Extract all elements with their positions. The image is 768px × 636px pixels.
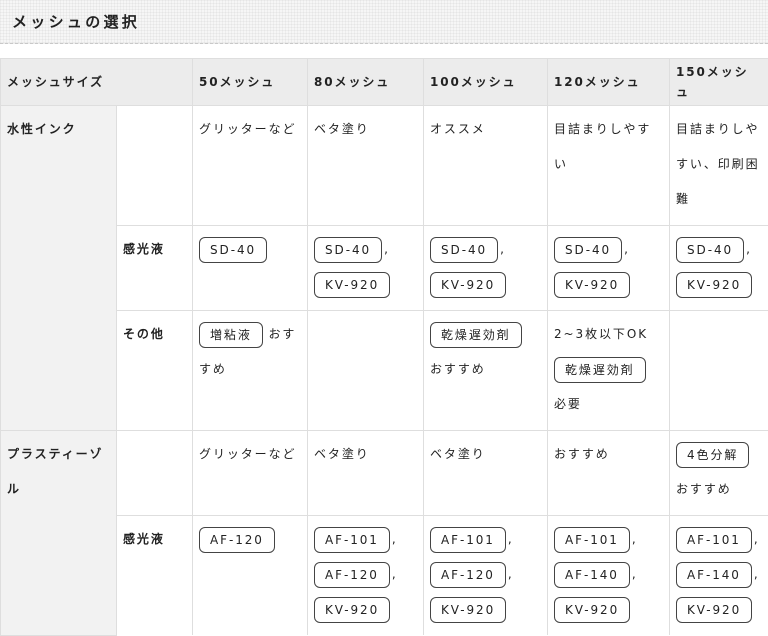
product-tag[interactable]: SD-40 xyxy=(430,237,498,263)
product-tag[interactable]: SD-40 xyxy=(554,237,622,263)
separator: , xyxy=(508,532,514,546)
product-tag[interactable]: AF-140 xyxy=(554,562,630,588)
product-tag[interactable]: KV-920 xyxy=(676,597,752,623)
plastisol-emulsion-150: AF-101, AF-140, KV-920 xyxy=(670,516,768,636)
plastisol-emulsion-120: AF-101, AF-140, KV-920 xyxy=(548,516,670,636)
product-tag[interactable]: KV-920 xyxy=(430,272,506,298)
separator: , xyxy=(500,242,506,256)
product-tag[interactable]: KV-920 xyxy=(314,597,390,623)
plastisol-emulsion-80: AF-101, AF-120, KV-920 xyxy=(308,516,424,636)
product-tag[interactable]: 4色分解 xyxy=(676,442,749,468)
water-main-150: 目詰まりしやすい、印刷困難 xyxy=(670,106,768,226)
plastisol-emulsion-label: 感光液 xyxy=(117,516,193,636)
header-row: メッシュサイズ 50メッシュ 80メッシュ 100メッシュ 120メッシュ 15… xyxy=(1,59,768,106)
water-emulsion-row: 感光液 SD-40 SD-40, KV-920 SD-40, KV-920 SD… xyxy=(1,226,768,311)
separator: , xyxy=(754,567,760,581)
section-title: メッシュの選択 xyxy=(12,11,140,32)
product-tag[interactable]: 増粘液 xyxy=(199,322,263,348)
water-other-80 xyxy=(308,311,424,431)
plastisol-main-150: 4色分解 おすすめ xyxy=(670,431,768,516)
product-tag[interactable]: SD-40 xyxy=(314,237,382,263)
mesh-table: メッシュサイズ 50メッシュ 80メッシュ 100メッシュ 120メッシュ 15… xyxy=(0,58,768,636)
water-main-100: オススメ xyxy=(424,106,548,226)
col-header-50: 50メッシュ xyxy=(193,59,308,106)
water-other-row: その他 増粘液 おすすめ 乾燥遅効剤 おすすめ 2~3枚以下OK 乾燥遅効剤 必… xyxy=(1,311,768,431)
section-title-bar: メッシュの選択 xyxy=(0,0,768,44)
water-emulsion-label: 感光液 xyxy=(117,226,193,311)
plastisol-emulsion-row: 感光液 AF-120 AF-101, AF-120, KV-920 AF-101… xyxy=(1,516,768,636)
plastisol-label: プラスティーゾル xyxy=(1,431,117,636)
col-header-100: 100メッシュ xyxy=(424,59,548,106)
water-main-row: 水性インク グリッターなど ベタ塗り オススメ 目詰まりしやすい 目詰まりしやす… xyxy=(1,106,768,226)
product-tag[interactable]: AF-120 xyxy=(199,527,275,553)
note-text: 2~3枚以下OK xyxy=(554,327,648,341)
water-other-100: 乾燥遅効剤 おすすめ xyxy=(424,311,548,431)
empty-cell xyxy=(117,431,193,516)
water-emulsion-50: SD-40 xyxy=(193,226,308,311)
note-text: おすすめ xyxy=(430,362,486,376)
product-tag[interactable]: AF-120 xyxy=(314,562,390,588)
mesh-size-header: メッシュサイズ xyxy=(1,59,193,106)
plastisol-main-80: ベタ塗り xyxy=(308,431,424,516)
product-tag[interactable]: AF-101 xyxy=(554,527,630,553)
water-emulsion-80: SD-40, KV-920 xyxy=(308,226,424,311)
separator: , xyxy=(632,567,638,581)
water-other-50: 増粘液 おすすめ xyxy=(193,311,308,431)
col-header-150: 150メッシュ xyxy=(670,59,768,106)
product-tag[interactable]: AF-101 xyxy=(430,527,506,553)
product-tag[interactable]: SD-40 xyxy=(676,237,744,263)
water-main-50: グリッターなど xyxy=(193,106,308,226)
water-emulsion-120: SD-40, KV-920 xyxy=(548,226,670,311)
product-tag[interactable]: AF-140 xyxy=(676,562,752,588)
water-main-120: 目詰まりしやすい xyxy=(548,106,670,226)
empty-cell xyxy=(117,106,193,226)
plastisol-emulsion-50: AF-120 xyxy=(193,516,308,636)
plastisol-main-row: プラスティーゾル グリッターなど ベタ塗り ベタ塗り おすすめ 4色分解 おすす… xyxy=(1,431,768,516)
plastisol-emulsion-100: AF-101, AF-120, KV-920 xyxy=(424,516,548,636)
product-tag[interactable]: AF-120 xyxy=(430,562,506,588)
separator: , xyxy=(392,532,398,546)
water-other-150 xyxy=(670,311,768,431)
plastisol-main-50: グリッターなど xyxy=(193,431,308,516)
water-other-120: 2~3枚以下OK 乾燥遅効剤 必要 xyxy=(548,311,670,431)
plastisol-main-100: ベタ塗り xyxy=(424,431,548,516)
product-tag[interactable]: KV-920 xyxy=(554,597,630,623)
separator: , xyxy=(746,242,752,256)
product-tag[interactable]: AF-101 xyxy=(676,527,752,553)
product-tag[interactable]: KV-920 xyxy=(314,272,390,298)
product-tag[interactable]: KV-920 xyxy=(676,272,752,298)
product-tag[interactable]: KV-920 xyxy=(430,597,506,623)
water-emulsion-100: SD-40, KV-920 xyxy=(424,226,548,311)
product-tag[interactable]: 乾燥遅効剤 xyxy=(554,357,646,383)
separator: , xyxy=(632,532,638,546)
water-main-80: ベタ塗り xyxy=(308,106,424,226)
separator: , xyxy=(384,242,390,256)
water-emulsion-150: SD-40, KV-920 xyxy=(670,226,768,311)
product-tag[interactable]: 乾燥遅効剤 xyxy=(430,322,522,348)
product-tag[interactable]: AF-101 xyxy=(314,527,390,553)
col-header-120: 120メッシュ xyxy=(548,59,670,106)
separator: , xyxy=(624,242,630,256)
product-tag[interactable]: KV-920 xyxy=(554,272,630,298)
separator: , xyxy=(508,567,514,581)
separator: , xyxy=(754,532,760,546)
water-ink-label: 水性インク xyxy=(1,106,117,431)
water-other-label: その他 xyxy=(117,311,193,431)
separator: , xyxy=(392,567,398,581)
plastisol-main-120: おすすめ xyxy=(548,431,670,516)
product-tag[interactable]: SD-40 xyxy=(199,237,267,263)
note-text: おすすめ xyxy=(676,482,732,496)
note-text: 必要 xyxy=(554,397,582,411)
col-header-80: 80メッシュ xyxy=(308,59,424,106)
